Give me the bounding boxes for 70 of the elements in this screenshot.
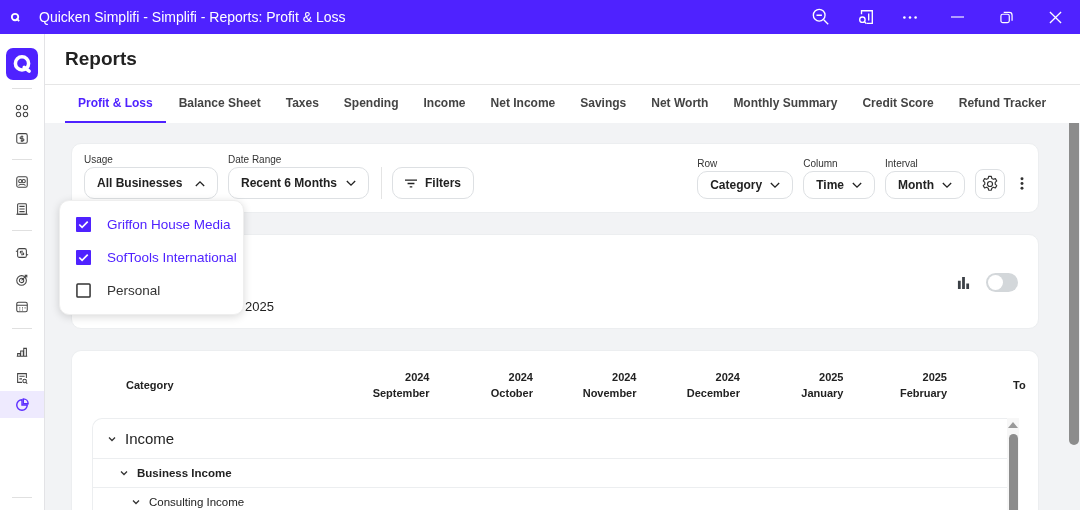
pie-chart-icon [15,397,29,412]
sidebar-item[interactable] [0,391,44,418]
app-logo[interactable] [6,48,38,80]
document-search-icon [15,370,29,385]
checkbox[interactable] [76,283,91,298]
report-tab[interactable]: Spending [331,85,411,123]
checked-checkbox[interactable] [76,217,91,232]
calendar-icon [15,299,29,314]
report-tab[interactable]: Taxes [273,85,331,123]
usage-select[interactable]: All Businesses [84,167,218,199]
chart-toggle[interactable] [986,273,1018,292]
column-header: 2025 February [898,369,947,401]
search-panel-icon[interactable] [857,8,875,26]
page-title: Reports [65,48,137,70]
business-option[interactable]: SofTools International [60,241,243,274]
bar-chart-icon [957,276,970,289]
interval-select[interactable]: Month [885,171,965,199]
column-select[interactable]: Time [803,171,875,199]
more-icon[interactable] [902,14,918,20]
report-tab[interactable]: Refund Tracker [946,85,1059,123]
column-header: 2025 January [800,369,844,401]
dollar-transfer-icon [15,245,29,260]
more-icon[interactable] [1020,177,1024,190]
row-label: Row [697,158,719,169]
report-tab[interactable]: Monthly Summary [721,85,850,123]
report-tab[interactable]: Income [411,85,478,123]
report-tab[interactable]: Net Income [478,85,568,123]
column-header: 2024 September [371,369,430,401]
q-logo-icon [11,53,33,75]
people-icon [15,174,29,189]
chevron-down-icon [770,181,781,189]
filter-icon [405,178,417,188]
dollar-document-icon [15,130,29,145]
category-row[interactable]: Consulting Income [93,496,245,508]
column-label: Column [803,158,839,169]
chevron-down-icon [346,179,356,187]
window-title: Quicken Simplifi - Simplifi - Reports: Profit & Loss [39,9,346,25]
report-tab[interactable]: Net Worth [639,85,721,123]
chevron-down-icon [942,181,952,189]
category-row[interactable]: Income [93,430,175,447]
column-header: 2024 October [489,369,533,401]
interval-label: Interval [885,158,919,169]
zoom-out-icon[interactable] [812,8,830,26]
column-header: 2024 November [581,369,637,401]
row-select[interactable]: Category [697,171,794,199]
category-row[interactable]: Business Income [93,467,232,479]
business-option[interactable]: Griffon House Media [60,208,243,241]
gear-icon [981,175,999,193]
date-range-label: Date Range [228,154,283,165]
column-header: Category [125,378,175,391]
app-logo-icon [10,11,21,23]
period-text: 2025 [245,299,274,314]
column-header: 2024 December [685,369,740,401]
report-tab[interactable]: Credit Score [850,85,946,123]
business-option[interactable]: Personal [60,274,243,307]
grid-icon [15,103,29,118]
report-tab[interactable]: Savings [568,85,639,123]
column-header: To [1013,378,1026,391]
restore-icon[interactable] [1000,10,1013,24]
date-range-select[interactable]: Recent 6 Months [228,167,369,199]
close-icon[interactable] [1049,10,1062,24]
usage-label: Usage [84,154,114,165]
settings-button[interactable] [975,169,1005,199]
scroll-up-icon[interactable] [1008,422,1018,428]
filters-button[interactable]: Filters [392,167,474,199]
checked-checkbox[interactable] [76,250,91,265]
list-document-icon [15,201,29,216]
report-tab[interactable]: Balance Sheet [166,85,273,123]
chevron-down-icon [852,181,862,189]
target-icon [15,272,29,287]
